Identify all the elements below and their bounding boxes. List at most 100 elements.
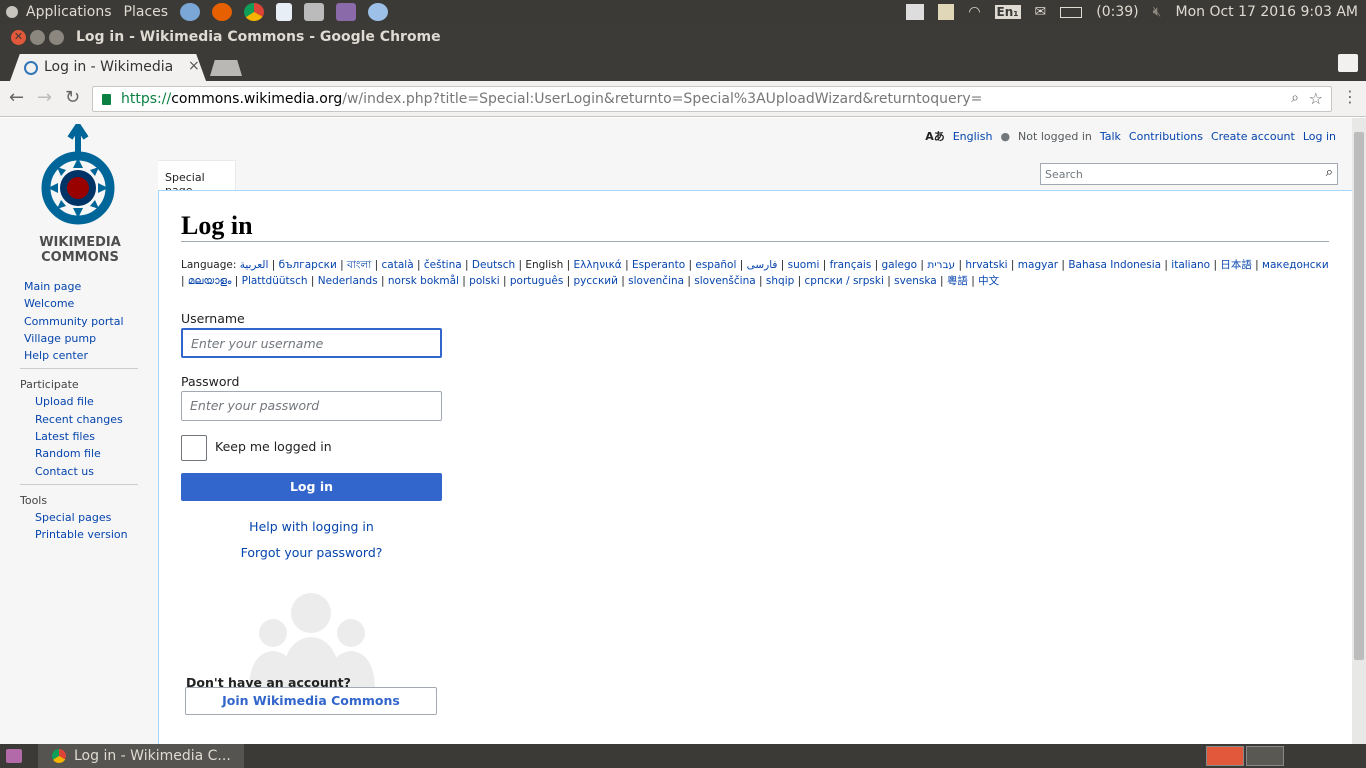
language-option[interactable]: Plattdüütsch: [242, 275, 308, 287]
language-option[interactable]: shqip: [766, 275, 794, 287]
sidebar-item-community-portal[interactable]: Community portal: [24, 313, 158, 330]
sidebar-item-contact-us[interactable]: Contact us: [35, 463, 158, 480]
new-tab-button[interactable]: [210, 60, 242, 76]
tab-close-icon[interactable]: ×: [188, 58, 200, 74]
language-option[interactable]: 粵語: [947, 275, 968, 287]
language-option[interactable]: српски / srpski: [805, 275, 884, 287]
language-option[interactable]: العربية: [240, 259, 269, 271]
search-icon[interactable]: ⌕: [1326, 165, 1333, 180]
sidebar-item-village-pump[interactable]: Village pump: [24, 330, 158, 347]
language-option[interactable]: Ελληνικά: [573, 259, 621, 271]
show-desktop-icon[interactable]: [6, 749, 22, 763]
bookmark-star-icon[interactable]: ☆: [1309, 89, 1323, 108]
talk-link[interactable]: Talk: [1100, 130, 1121, 143]
browser-launcher-icon[interactable]: [368, 3, 389, 21]
contributions-link[interactable]: Contributions: [1129, 130, 1203, 143]
address-bar[interactable]: https://commons.wikimedia.org/w/index.ph…: [92, 86, 1332, 112]
language-option[interactable]: español: [695, 259, 736, 271]
language-option[interactable]: русский: [574, 275, 618, 287]
language-option[interactable]: magyar: [1018, 259, 1058, 271]
language-option[interactable]: suomi: [788, 259, 820, 271]
language-option[interactable]: polski: [469, 275, 499, 287]
language-option[interactable]: македонски: [1262, 259, 1329, 271]
tab-login[interactable]: Log in - Wikimedia Commons ×: [10, 54, 206, 81]
applications-menu[interactable]: Applications: [20, 0, 118, 24]
login-button[interactable]: Log in: [181, 473, 442, 501]
sidebar-item-main-page[interactable]: Main page: [24, 278, 158, 295]
sidebar-item-welcome[interactable]: Welcome: [24, 295, 158, 312]
back-icon[interactable]: ←: [9, 87, 24, 108]
places-menu[interactable]: Places: [118, 0, 175, 24]
language-option[interactable]: 中文: [978, 275, 999, 287]
forgot-password-link[interactable]: Forgot your password?: [181, 545, 442, 560]
language-option[interactable]: português: [510, 275, 563, 287]
network-launcher-icon[interactable]: [180, 3, 201, 21]
language-option[interactable]: italiano: [1171, 259, 1210, 271]
language-link[interactable]: English: [953, 130, 993, 143]
language-option[interactable]: മലയാളം: [188, 275, 232, 287]
zoom-icon[interactable]: ⌕: [1291, 90, 1299, 106]
sidebar-item-special-pages[interactable]: Special pages: [35, 509, 158, 526]
notes-indicator-icon[interactable]: [938, 4, 955, 20]
language-option[interactable]: עברית: [927, 259, 955, 271]
battery-icon[interactable]: [1060, 6, 1083, 18]
help-logging-in-link[interactable]: Help with logging in: [181, 519, 442, 534]
user-profile-icon[interactable]: [1338, 54, 1358, 72]
close-window-icon[interactable]: ✕: [11, 30, 26, 45]
search-input[interactable]: Search: [1045, 168, 1083, 181]
language-option[interactable]: Bahasa Indonesia: [1068, 259, 1161, 271]
language-option[interactable]: slovenščina: [694, 275, 755, 287]
keep-logged-in-label[interactable]: Keep me logged in: [215, 439, 332, 454]
maximize-window-icon[interactable]: [49, 30, 64, 45]
wifi-icon[interactable]: ◠: [968, 4, 980, 20]
forward-icon[interactable]: →: [37, 87, 52, 108]
workspace-switcher[interactable]: [1206, 746, 1244, 766]
page-scrollbar[interactable]: [1352, 118, 1366, 744]
sidebar-item-random-file[interactable]: Random file: [35, 445, 158, 462]
keep-logged-in-checkbox[interactable]: [181, 435, 207, 461]
language-option[interactable]: 日本語: [1220, 259, 1252, 271]
language-settings-icon[interactable]: Aあ: [925, 128, 945, 144]
language-option[interactable]: čeština: [424, 259, 462, 271]
scrollbar-thumb[interactable]: [1354, 132, 1364, 660]
language-option[interactable]: català: [382, 259, 414, 271]
sidebar-item-recent-changes[interactable]: Recent changes: [35, 411, 158, 428]
keyboard-layout-indicator[interactable]: En₁: [994, 5, 1021, 19]
update-indicator-icon[interactable]: [906, 4, 925, 20]
language-option[interactable]: français: [830, 259, 872, 271]
language-option[interactable]: български: [279, 259, 337, 271]
language-option[interactable]: فارسی: [747, 259, 778, 271]
sidebar-item-upload-file[interactable]: Upload file: [35, 393, 158, 410]
mail-icon[interactable]: ✉: [1035, 4, 1047, 20]
tab-special-page[interactable]: Special page: [158, 160, 236, 197]
language-option[interactable]: বাংলা: [347, 259, 371, 271]
media-launcher-icon[interactable]: [336, 3, 357, 21]
chrome-menu-icon[interactable]: ⋮: [1342, 87, 1358, 106]
volume-muted-icon[interactable]: 🔇︎: [1153, 4, 1162, 20]
ubuntu-logo-icon[interactable]: [6, 6, 18, 18]
login-link[interactable]: Log in: [1303, 130, 1336, 143]
clock[interactable]: Mon Oct 17 2016 9:03 AM: [1175, 4, 1358, 20]
password-field[interactable]: Enter your password: [181, 391, 442, 421]
language-option[interactable]: slovenčina: [628, 275, 684, 287]
language-option[interactable]: galego: [882, 259, 918, 271]
chrome-launcher-icon[interactable]: [244, 3, 265, 21]
language-option[interactable]: norsk bokmål: [388, 275, 459, 287]
screenshot-launcher-icon[interactable]: [304, 3, 325, 21]
taskbar-item-chrome[interactable]: Log in - Wikimedia C...: [38, 744, 244, 768]
language-option[interactable]: Deutsch: [472, 259, 515, 271]
workspace-switcher-2[interactable]: [1246, 746, 1284, 766]
sidebar-item-latest-files[interactable]: Latest files: [35, 428, 158, 445]
language-option[interactable]: svenska: [894, 275, 937, 287]
wikimedia-commons-logo[interactable]: WIKIMEDIA COMMONS: [28, 124, 132, 264]
join-button[interactable]: Join Wikimedia Commons: [185, 687, 437, 715]
document-launcher-icon[interactable]: [276, 3, 293, 21]
username-field[interactable]: Enter your username: [181, 328, 442, 358]
reload-icon[interactable]: ↻: [65, 87, 80, 108]
language-option[interactable]: Esperanto: [632, 259, 685, 271]
minimize-window-icon[interactable]: [30, 30, 45, 45]
language-option[interactable]: hrvatski: [965, 259, 1007, 271]
sidebar-item-printable-version[interactable]: Printable version: [35, 526, 158, 543]
sidebar-item-help-center[interactable]: Help center: [24, 347, 158, 364]
language-option[interactable]: Nederlands: [318, 275, 378, 287]
